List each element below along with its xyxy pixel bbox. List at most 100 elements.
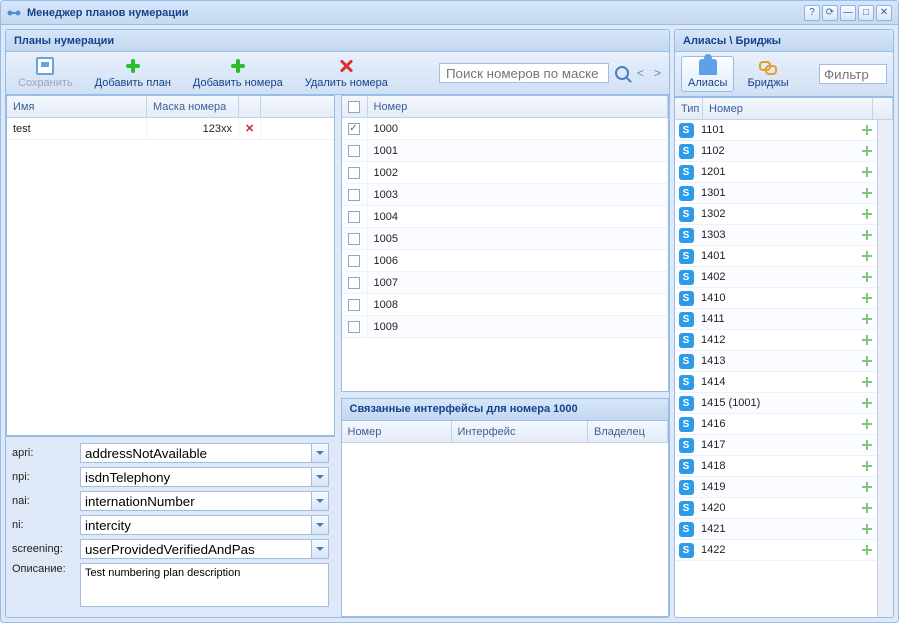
refresh-button[interactable]: ⟳ xyxy=(822,5,838,21)
number-checkbox[interactable] xyxy=(348,233,360,245)
apri-dropdown[interactable] xyxy=(311,443,329,463)
add-alias-button[interactable] xyxy=(857,166,877,178)
search-prev-button[interactable]: < xyxy=(635,66,646,80)
numbers-col-number[interactable]: Номер xyxy=(368,96,669,117)
minimize-button[interactable]: — xyxy=(840,5,856,21)
alias-row[interactable]: S1401 xyxy=(675,246,877,267)
description-field[interactable] xyxy=(80,563,329,607)
number-checkbox[interactable] xyxy=(348,211,360,223)
plans-col-mask[interactable]: Маска номера xyxy=(147,96,239,117)
screening-dropdown[interactable] xyxy=(311,539,329,559)
alias-row[interactable]: S1413 xyxy=(675,351,877,372)
number-row[interactable]: 1006 xyxy=(342,250,669,272)
add-alias-button[interactable] xyxy=(857,250,877,262)
alias-row[interactable]: S1201 xyxy=(675,162,877,183)
number-checkbox[interactable] xyxy=(348,321,360,333)
add-alias-button[interactable] xyxy=(857,187,877,199)
apri-field[interactable] xyxy=(80,443,311,463)
alias-row[interactable]: S1415 (1001) xyxy=(675,393,877,414)
filter-input[interactable] xyxy=(819,64,887,84)
number-row[interactable]: 1001 xyxy=(342,140,669,162)
add-alias-button[interactable] xyxy=(857,481,877,493)
add-alias-button[interactable] xyxy=(857,334,877,346)
add-alias-button[interactable] xyxy=(857,271,877,283)
add-alias-button[interactable] xyxy=(857,355,877,367)
numbers-checkall[interactable] xyxy=(342,96,368,117)
delete-plan-icon[interactable]: ✕ xyxy=(239,118,261,139)
number-row[interactable]: 1005 xyxy=(342,228,669,250)
add-alias-button[interactable] xyxy=(857,376,877,388)
number-row[interactable]: 1003 xyxy=(342,184,669,206)
add-alias-button[interactable] xyxy=(857,523,877,535)
add-alias-button[interactable] xyxy=(857,124,877,136)
number-row[interactable]: ✓1000 xyxy=(342,118,669,140)
add-alias-button[interactable] xyxy=(857,208,877,220)
alias-row[interactable]: S1418 xyxy=(675,456,877,477)
add-alias-button[interactable] xyxy=(857,418,877,430)
add-plan-button[interactable]: Добавить план xyxy=(89,55,177,91)
alias-row[interactable]: S1421 xyxy=(675,519,877,540)
aliases-col-number[interactable]: Номер xyxy=(703,98,873,119)
tab-bridges[interactable]: Бриджы xyxy=(740,56,795,92)
ni-field[interactable] xyxy=(80,515,311,535)
interfaces-col-interface[interactable]: Интерфейс xyxy=(452,421,589,442)
alias-row[interactable]: S1417 xyxy=(675,435,877,456)
add-alias-button[interactable] xyxy=(857,313,877,325)
npi-field[interactable] xyxy=(80,467,311,487)
aliases-scrollbar[interactable] xyxy=(877,120,893,617)
add-alias-button[interactable] xyxy=(857,502,877,514)
help-button[interactable]: ? xyxy=(804,5,820,21)
alias-row[interactable]: S1411 xyxy=(675,309,877,330)
aliases-col-type[interactable]: Тип xyxy=(675,98,703,119)
alias-row[interactable]: S1301 xyxy=(675,183,877,204)
add-numbers-button[interactable]: Добавить номера xyxy=(187,55,289,91)
number-checkbox[interactable] xyxy=(348,299,360,311)
add-alias-button[interactable] xyxy=(857,439,877,451)
plans-col-name[interactable]: Имя xyxy=(7,96,147,117)
number-checkbox[interactable] xyxy=(348,277,360,289)
number-row[interactable]: 1004 xyxy=(342,206,669,228)
number-row[interactable]: 1007 xyxy=(342,272,669,294)
add-alias-button[interactable] xyxy=(857,292,877,304)
delete-numbers-button[interactable]: Удалить номера xyxy=(299,55,394,91)
number-row[interactable]: 1009 xyxy=(342,316,669,338)
plan-row[interactable]: test123xx✕ xyxy=(7,118,334,140)
alias-row[interactable]: S1102 xyxy=(675,141,877,162)
nai-field[interactable] xyxy=(80,491,311,511)
screening-field[interactable] xyxy=(80,539,311,559)
alias-row[interactable]: S1410 xyxy=(675,288,877,309)
close-button[interactable]: ✕ xyxy=(876,5,892,21)
alias-row[interactable]: S1302 xyxy=(675,204,877,225)
alias-row[interactable]: S1412 xyxy=(675,330,877,351)
save-button[interactable]: Сохранить xyxy=(12,55,79,91)
alias-row[interactable]: S1414 xyxy=(675,372,877,393)
number-checkbox[interactable] xyxy=(348,189,360,201)
tab-aliases[interactable]: Алиасы xyxy=(681,56,734,92)
search-next-button[interactable]: > xyxy=(652,66,663,80)
search-icon[interactable] xyxy=(615,66,629,80)
add-alias-button[interactable] xyxy=(857,460,877,472)
search-input[interactable] xyxy=(439,63,609,83)
interfaces-col-number[interactable]: Номер xyxy=(342,421,452,442)
add-alias-button[interactable] xyxy=(857,229,877,241)
alias-row[interactable]: S1416 xyxy=(675,414,877,435)
alias-row[interactable]: S1101 xyxy=(675,120,877,141)
maximize-button[interactable]: □ xyxy=(858,5,874,21)
alias-row[interactable]: S1419 xyxy=(675,477,877,498)
number-row[interactable]: 1008 xyxy=(342,294,669,316)
add-alias-button[interactable] xyxy=(857,145,877,157)
number-checkbox[interactable] xyxy=(348,145,360,157)
number-checkbox[interactable]: ✓ xyxy=(348,123,360,135)
number-row[interactable]: 1002 xyxy=(342,162,669,184)
number-checkbox[interactable] xyxy=(348,167,360,179)
alias-row[interactable]: S1303 xyxy=(675,225,877,246)
add-alias-button[interactable] xyxy=(857,397,877,409)
interfaces-col-owner[interactable]: Владелец xyxy=(588,421,668,442)
ni-dropdown[interactable] xyxy=(311,515,329,535)
add-alias-button[interactable] xyxy=(857,544,877,556)
npi-dropdown[interactable] xyxy=(311,467,329,487)
nai-dropdown[interactable] xyxy=(311,491,329,511)
alias-row[interactable]: S1402 xyxy=(675,267,877,288)
alias-row[interactable]: S1422 xyxy=(675,540,877,561)
alias-row[interactable]: S1420 xyxy=(675,498,877,519)
